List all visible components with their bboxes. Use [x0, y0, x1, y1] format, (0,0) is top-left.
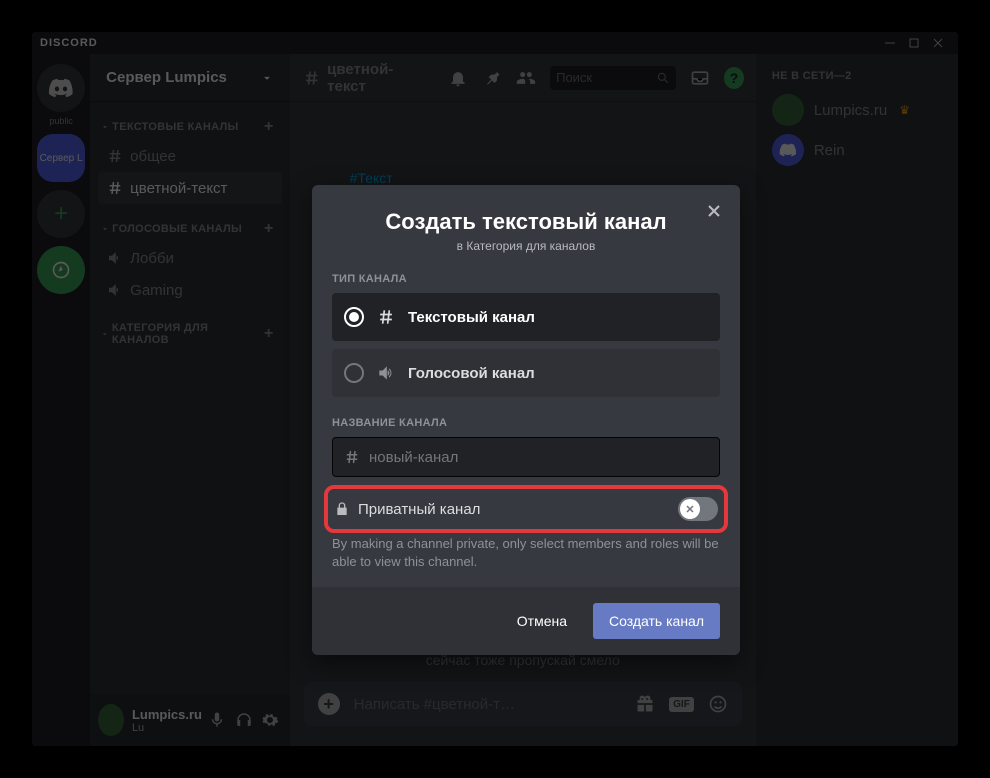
private-toggle[interactable]: [678, 497, 718, 521]
channel-name-input[interactable]: новый-канал: [332, 437, 720, 477]
modal-close-button[interactable]: [702, 199, 726, 223]
cancel-button[interactable]: Отмена: [501, 603, 583, 639]
modal-footer: Отмена Создать канал: [312, 587, 740, 655]
private-description: By making a channel private, only select…: [332, 535, 720, 571]
name-label: НАЗВАНИЕ КАНАЛА: [332, 417, 720, 429]
channel-type-text[interactable]: Текстовый канал: [332, 293, 720, 341]
channel-type-voice[interactable]: Голосовой канал: [332, 349, 720, 397]
modal-subtitle: в Категория для каналов: [332, 239, 720, 253]
private-toggle-row: Приватный канал: [332, 491, 720, 527]
radio-selected: [344, 307, 364, 327]
modal-title: Создать текстовый канал: [332, 209, 720, 235]
switch-knob: [680, 499, 700, 519]
hash-icon: [343, 448, 361, 466]
lock-icon: [334, 501, 350, 517]
radio-unselected: [344, 363, 364, 383]
close-icon: [704, 201, 724, 221]
name-placeholder: новый-канал: [369, 449, 458, 466]
speaker-icon: [376, 363, 396, 383]
create-button[interactable]: Создать канал: [593, 603, 720, 639]
type-label: ТИП КАНАЛА: [332, 273, 720, 285]
hash-icon: [376, 307, 396, 327]
private-label: Приватный канал: [358, 501, 480, 518]
close-icon: [684, 503, 696, 515]
create-channel-modal: Создать текстовый канал в Категория для …: [312, 185, 740, 655]
app-window: DISCORD public Сервер L + Сервер Lumpics: [32, 32, 958, 746]
